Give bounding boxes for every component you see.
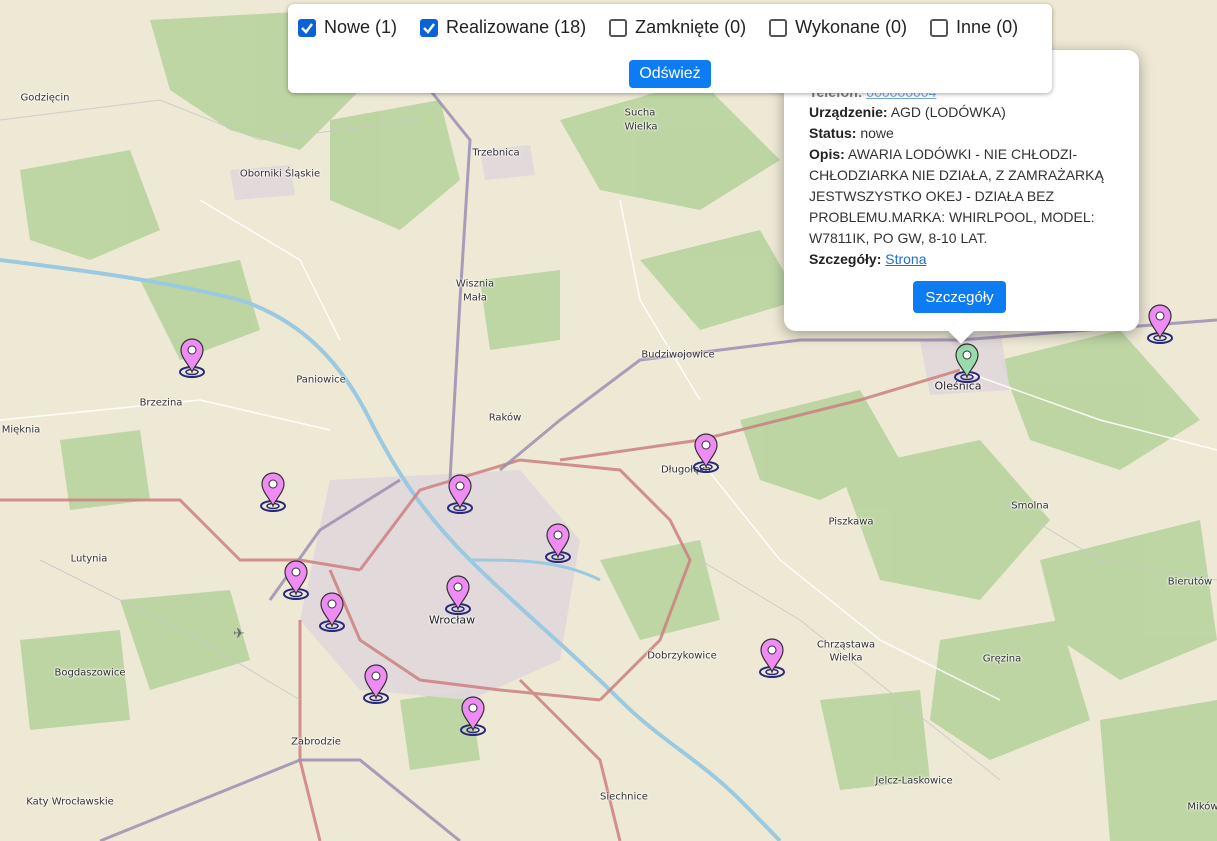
place-label: Wielka [624,121,658,133]
details-link[interactable]: Strona [885,251,926,267]
checkbox-realizowane[interactable] [420,18,439,37]
status-filters: Nowe (1) Realizowane (18) Zamknięte (0) … [298,17,1041,38]
place-label: Jelcz-Laskowice [875,775,953,787]
place-label: Bierutów [1167,576,1213,588]
place-label: Godzięcin [20,92,70,104]
place-label: Budziwojowice [641,349,715,361]
filter-zamkniete[interactable]: Zamknięte (0) [609,17,746,38]
place-label: Paniowice [296,374,346,386]
map-marker-icon[interactable] [458,696,488,736]
popup-device-row: Urządzenie: AGD (LODÓWKA) [809,104,1006,120]
place-label: Wrocław [428,613,476,627]
filter-wykonane[interactable]: Wykonane (0) [769,17,907,38]
refresh-button[interactable]: Odśwież [629,60,711,88]
map-marker-icon[interactable] [177,338,207,378]
map-marker-icon[interactable] [443,575,473,615]
place-label: Oborniki Śląskie [239,168,321,180]
checkbox-nowe[interactable] [298,18,316,37]
place-label: Zabrodzie [291,736,341,748]
place-label: Chrząstawa [816,639,876,651]
map-marker-icon[interactable] [361,664,391,704]
popup-description: Opis: AWARIA LODÓWKI - NIE CHŁODZI- CHŁO… [809,146,1104,246]
map-marker-icon[interactable] [757,638,787,678]
filter-panel: Nowe (1) Realizowane (18) Zamknięte (0) … [288,4,1052,93]
place-label: Gręzina [982,653,1022,665]
place-label: Dobrzykowice [647,650,717,662]
place-label: Wisznia [455,278,495,290]
map-marker-icon[interactable] [317,592,347,632]
place-label: Mików [1187,801,1217,813]
place-label: Brzezina [139,397,183,409]
filter-realizowane[interactable]: Realizowane (18) [420,17,586,38]
map-marker-icon[interactable] [445,474,475,514]
filter-inne[interactable]: Inne (0) [930,17,1018,38]
details-button[interactable]: Szczegóły [913,281,1006,313]
place-label: Lutynia [70,553,108,565]
checkbox-wykonane[interactable] [769,18,788,37]
checkbox-inne[interactable] [930,18,949,37]
place-label: Mała [463,292,487,304]
map-marker-icon[interactable] [543,523,573,563]
place-label: Wielka [829,652,863,664]
airport-icon: ✈ [233,626,245,642]
map-marker-nowe-icon[interactable] [952,343,982,383]
place-label: Siechnice [600,791,648,803]
place-label: Smolna [1011,500,1049,512]
map-marker-icon[interactable] [258,472,288,512]
place-label: Raków [488,412,522,424]
place-label: Mięknia [1,424,41,436]
popup-status-row: Status: nowe [809,125,894,141]
popup-details-row: Szczegóły: Strona [809,251,927,267]
place-label: Katy Wrocławskie [26,796,114,808]
place-label: Sucha [624,107,656,119]
place-label: Trzebnica [472,147,520,159]
map-marker-icon[interactable] [1145,304,1175,344]
map-marker-icon[interactable] [281,560,311,600]
filter-nowe[interactable]: Nowe (1) [298,17,397,38]
map-marker-icon[interactable] [691,433,721,473]
place-label: Piszkawa [828,516,874,528]
checkbox-zamkniete[interactable] [609,18,628,37]
place-label: Bogdaszowice [54,667,126,679]
